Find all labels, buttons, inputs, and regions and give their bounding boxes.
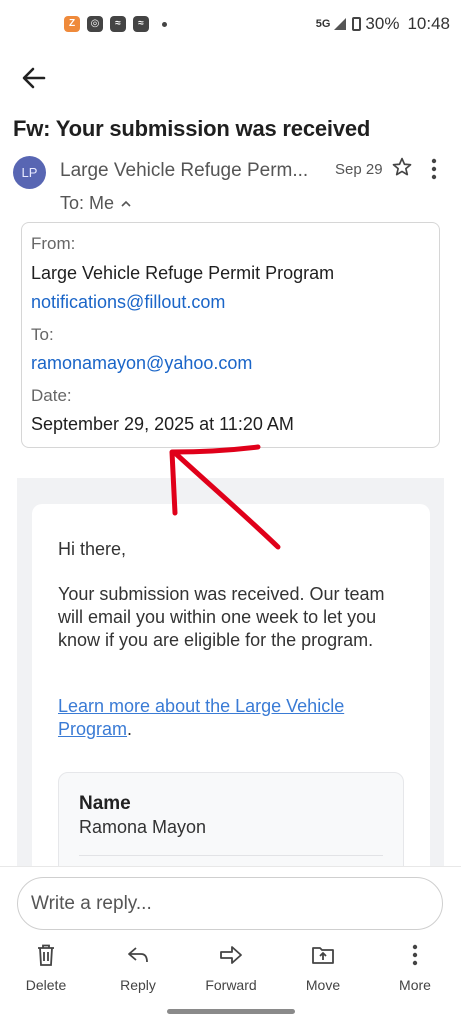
- from-email-link[interactable]: notifications@fillout.com: [31, 292, 225, 313]
- action-bar: Delete Reply Forward Move More: [0, 942, 461, 1000]
- reply-label: Reply: [120, 977, 156, 993]
- field-label: Name: [79, 793, 131, 814]
- home-indicator[interactable]: [167, 1009, 295, 1014]
- clock: 10:48: [407, 14, 450, 33]
- forward-button[interactable]: Forward: [196, 942, 266, 993]
- to-email-link[interactable]: ramonamayon@yahoo.com: [31, 353, 252, 374]
- to-line-text: To: Me: [60, 193, 115, 213]
- divider: [79, 855, 383, 856]
- more-vertical-icon: [412, 944, 418, 966]
- battery-icon: [352, 17, 362, 31]
- forward-label: Forward: [205, 977, 257, 993]
- move-to-folder-icon: [312, 947, 334, 964]
- learn-more-line: Learn more about the Large Vehicle Progr…: [58, 695, 408, 741]
- date-label: Date:: [31, 386, 72, 405]
- link-suffix: .: [127, 719, 133, 739]
- from-label: From:: [31, 234, 76, 253]
- email-date: Sep 29: [335, 161, 383, 178]
- signal-app-icon: ◎: [87, 16, 103, 32]
- forward-icon: [220, 946, 242, 964]
- learn-more-link[interactable]: Learn more about the Large Vehicle Progr…: [58, 696, 344, 739]
- more-options-icon[interactable]: [426, 158, 442, 180]
- notification-icons: Z ◎ ≈ ≈: [64, 16, 167, 32]
- status-right: 5G 30% 10:48: [316, 14, 450, 34]
- move-label: Move: [305, 977, 341, 993]
- messenger-icon: ≈: [110, 16, 126, 32]
- delete-label: Delete: [25, 977, 67, 993]
- more-button[interactable]: More: [380, 942, 450, 993]
- zillow-icon: Z: [64, 16, 80, 32]
- from-name: Large Vehicle Refuge Permit Program: [31, 263, 335, 283]
- reply-input[interactable]: Write a reply...: [17, 877, 443, 930]
- sender-name[interactable]: Large Vehicle Refuge Perm...: [60, 160, 320, 182]
- chevron-up-icon: [121, 200, 131, 207]
- field-value: Ramona Mayon: [79, 817, 207, 837]
- signal-icon: [334, 18, 347, 30]
- status-bar: Z ◎ ≈ ≈ 5G 30% 10:48: [0, 0, 461, 50]
- recipients-toggle[interactable]: To: Me: [60, 193, 132, 214]
- more-label: More: [399, 977, 431, 993]
- more-notifications-dot: [162, 21, 167, 27]
- battery-level: 30%: [365, 14, 400, 33]
- sender-avatar: LP: [13, 156, 46, 189]
- email-subject: Fw: Your submission was received: [13, 116, 371, 141]
- email-details-panel: From: Large Vehicle Refuge Permit Progra…: [21, 222, 440, 448]
- move-button[interactable]: Move: [288, 942, 358, 993]
- network-type: 5G: [315, 18, 331, 30]
- star-icon[interactable]: [391, 156, 413, 178]
- annotation-arrow-icon: [169, 444, 281, 550]
- messenger-icon: ≈: [133, 16, 149, 32]
- to-label: To:: [31, 325, 54, 344]
- reply-button[interactable]: Reply: [103, 942, 173, 993]
- back-arrow-icon[interactable]: [18, 62, 50, 94]
- reply-icon: [128, 947, 148, 963]
- delete-button[interactable]: Delete: [11, 942, 81, 993]
- date-value: September 29, 2025 at 11:20 AM: [31, 414, 294, 434]
- body-paragraph: Your submission was received. Our team w…: [58, 584, 385, 650]
- trash-icon: [38, 944, 54, 966]
